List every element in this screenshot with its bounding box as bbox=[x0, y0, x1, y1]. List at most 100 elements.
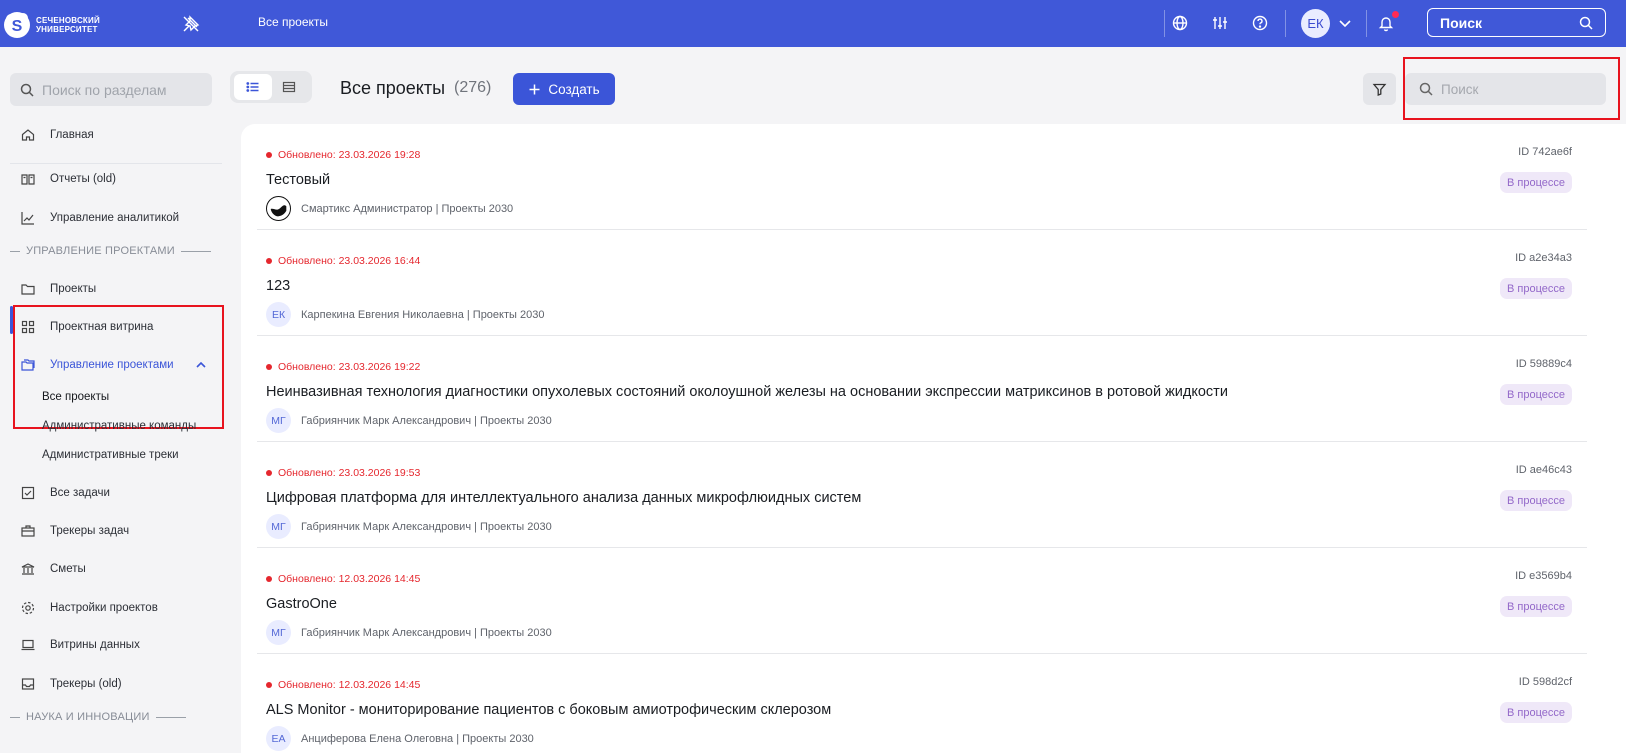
project-card[interactable]: Обновлено: 12.03.2026 14:45 ALS Monitor … bbox=[257, 654, 1587, 753]
inbox-icon bbox=[21, 678, 35, 690]
project-id: ID 598d2cf bbox=[1518, 676, 1572, 688]
project-search-placeholder: Поиск bbox=[1441, 81, 1479, 97]
owner-text: Анциферова Елена Олеговна | Проекты 2030 bbox=[301, 732, 534, 745]
status-dot bbox=[266, 258, 272, 264]
status-badge: В процессе bbox=[1500, 490, 1572, 511]
home-icon bbox=[21, 129, 35, 141]
status-badge: В процессе bbox=[1500, 172, 1572, 193]
sidebar-search-input[interactable]: Поиск по разделам bbox=[10, 73, 212, 106]
sidebar-item-trackers[interactable]: Трекеры задач bbox=[20, 523, 129, 539]
user-avatar[interactable]: ЕК bbox=[1301, 9, 1330, 38]
project-name[interactable]: ALS Monitor - мониторирование пациентов … bbox=[266, 702, 831, 718]
sidebar-item-label: Отчеты (old) bbox=[50, 173, 116, 185]
sidebar-item-project-management[interactable]: Управление проектами bbox=[20, 357, 208, 373]
updated-info: Обновлено: 23.03.2026 19:22 bbox=[266, 361, 420, 373]
sidebar-subitem-all-projects[interactable]: Все проекты bbox=[42, 391, 109, 403]
sidebar-item-label: Сметы bbox=[50, 563, 86, 575]
page-title: Все проекты bbox=[340, 78, 446, 98]
sidebar-item-reports[interactable]: Отчеты (old) bbox=[20, 171, 116, 187]
project-id: ID a2e34a3 bbox=[1515, 252, 1572, 264]
help-icon[interactable] bbox=[1250, 13, 1270, 33]
status-dot bbox=[266, 470, 272, 476]
sidebar-item-label: Главная bbox=[50, 129, 94, 141]
status-badge: В процессе bbox=[1500, 278, 1572, 299]
status-badge: В процессе bbox=[1500, 702, 1572, 723]
svg-text:S: S bbox=[12, 18, 23, 35]
project-count: (276) bbox=[454, 79, 492, 96]
sidebar-subitem-admin-tracks[interactable]: Административные треки bbox=[42, 449, 179, 461]
project-list: Обновлено: 23.03.2026 19:28 Тестовый Сма… bbox=[241, 124, 1626, 753]
project-name[interactable]: Тестовый bbox=[266, 172, 330, 188]
owner-text: Смартикс Администратор | Проекты 2030 bbox=[301, 202, 514, 215]
sidebar-item-home[interactable]: Главная bbox=[20, 127, 94, 143]
global-search-button[interactable]: Поиск bbox=[1427, 8, 1606, 37]
status-badge: В процессе bbox=[1500, 384, 1572, 405]
sidebar-item-analytics[interactable]: Управление аналитикой bbox=[20, 210, 179, 226]
owner-text: Карпекина Евгения Николаевна | Проекты 2… bbox=[301, 308, 545, 321]
plus-icon bbox=[529, 84, 540, 94]
sidebar-item-label: Проекты bbox=[50, 283, 97, 295]
sidebar-item-label: Настройки проектов bbox=[50, 602, 158, 614]
checkbox-icon bbox=[21, 486, 35, 500]
sidebar-item-projects[interactable]: Проекты bbox=[20, 281, 96, 297]
updated-info: Обновлено: 23.03.2026 19:28 bbox=[266, 149, 420, 161]
updated-text: Обновлено: 23.03.2026 19:28 bbox=[278, 149, 421, 161]
sidebar: Поиск по разделам Главная Отчеты (old) У… bbox=[0, 47, 224, 753]
chevron-down-icon[interactable] bbox=[1335, 13, 1355, 33]
divider bbox=[1164, 10, 1165, 37]
notification-badge bbox=[1392, 11, 1399, 18]
project-card[interactable]: Обновлено: 23.03.2026 19:22 Неинвазивная… bbox=[257, 336, 1587, 442]
sidebar-item-label: Трекеры задач bbox=[50, 525, 130, 537]
create-button[interactable]: Создать bbox=[513, 73, 615, 105]
avatar: ЕК bbox=[266, 302, 291, 327]
project-name[interactable]: 123 bbox=[266, 278, 290, 294]
project-search-input[interactable]: Поиск bbox=[1405, 73, 1606, 105]
sidebar-subitem-admin-teams[interactable]: Административные команды bbox=[42, 420, 196, 432]
section-label: НАУКА И ИННОВАЦИИ bbox=[26, 711, 150, 723]
updated-info: Обновлено: 12.03.2026 14:45 bbox=[266, 679, 420, 691]
laptop-icon bbox=[21, 639, 35, 651]
sidebar-item-label: Управление проектами bbox=[50, 359, 174, 371]
chevron-up-icon[interactable] bbox=[194, 358, 208, 372]
sidebar-item-tasks[interactable]: Все задачи bbox=[20, 485, 110, 501]
project-meta: МГ Габриянчик Марк Александрович | Проек… bbox=[266, 514, 552, 539]
project-card[interactable]: Обновлено: 23.03.2026 19:53 Цифровая пла… bbox=[257, 442, 1587, 548]
table-view-button[interactable] bbox=[270, 74, 308, 100]
project-name[interactable]: Неинвазивная технология диагностики опух… bbox=[266, 384, 1228, 400]
updated-text: Обновлено: 12.03.2026 14:45 bbox=[278, 573, 421, 585]
updated-text: Обновлено: 23.03.2026 16:44 bbox=[278, 255, 421, 267]
section-header-science: НАУКА И ИННОВАЦИИ bbox=[10, 711, 186, 723]
divider bbox=[10, 163, 222, 164]
sidebar-item-data-showcase[interactable]: Витрины данных bbox=[20, 637, 140, 653]
section-label: УПРАВЛЕНИЕ ПРОЕКТАМИ bbox=[26, 245, 175, 257]
pin-off-icon[interactable] bbox=[181, 14, 201, 34]
project-meta: МГ Габриянчик Марк Александрович | Проек… bbox=[266, 408, 552, 433]
globe-icon[interactable] bbox=[1170, 13, 1190, 33]
divider bbox=[1366, 10, 1367, 37]
university-logo[interactable]: S СЕЧЕНОВСКИЙ УНИВЕРСИТЕТ bbox=[2, 10, 100, 40]
list-view-button[interactable] bbox=[234, 74, 272, 100]
sidebar-item-label: Трекеры (old) bbox=[50, 678, 122, 690]
avatar: МГ bbox=[266, 620, 291, 645]
logo-line2: УНИВЕРСИТЕТ bbox=[36, 25, 98, 34]
search-icon bbox=[1579, 16, 1593, 30]
project-card[interactable]: Обновлено: 23.03.2026 16:44 123 ЕК Карпе… bbox=[257, 230, 1587, 336]
search-icon bbox=[20, 83, 34, 97]
chart-icon bbox=[21, 212, 34, 225]
sidebar-item-label: Управление аналитикой bbox=[50, 212, 180, 224]
project-card[interactable]: Обновлено: 23.03.2026 19:28 Тестовый Сма… bbox=[257, 124, 1587, 230]
sliders-icon[interactable] bbox=[1210, 13, 1230, 33]
status-badge: В процессе bbox=[1500, 596, 1572, 617]
project-meta: ЕК Карпекина Евгения Николаевна | Проект… bbox=[266, 302, 544, 327]
updated-info: Обновлено: 23.03.2026 19:53 bbox=[266, 467, 420, 479]
sidebar-item-settings[interactable]: Настройки проектов bbox=[20, 600, 158, 616]
bank-icon bbox=[21, 563, 35, 575]
project-name[interactable]: GastroOne bbox=[266, 596, 337, 612]
filter-button[interactable] bbox=[1363, 73, 1396, 105]
sidebar-item-trackers-old[interactable]: Трекеры (old) bbox=[20, 676, 122, 692]
project-name[interactable]: Цифровая платформа для интеллектуального… bbox=[266, 490, 861, 506]
status-dot bbox=[266, 364, 272, 370]
folders-icon bbox=[21, 359, 35, 371]
sidebar-item-estimates[interactable]: Сметы bbox=[20, 561, 86, 577]
project-card[interactable]: Обновлено: 12.03.2026 14:45 GastroOne МГ… bbox=[257, 548, 1587, 654]
